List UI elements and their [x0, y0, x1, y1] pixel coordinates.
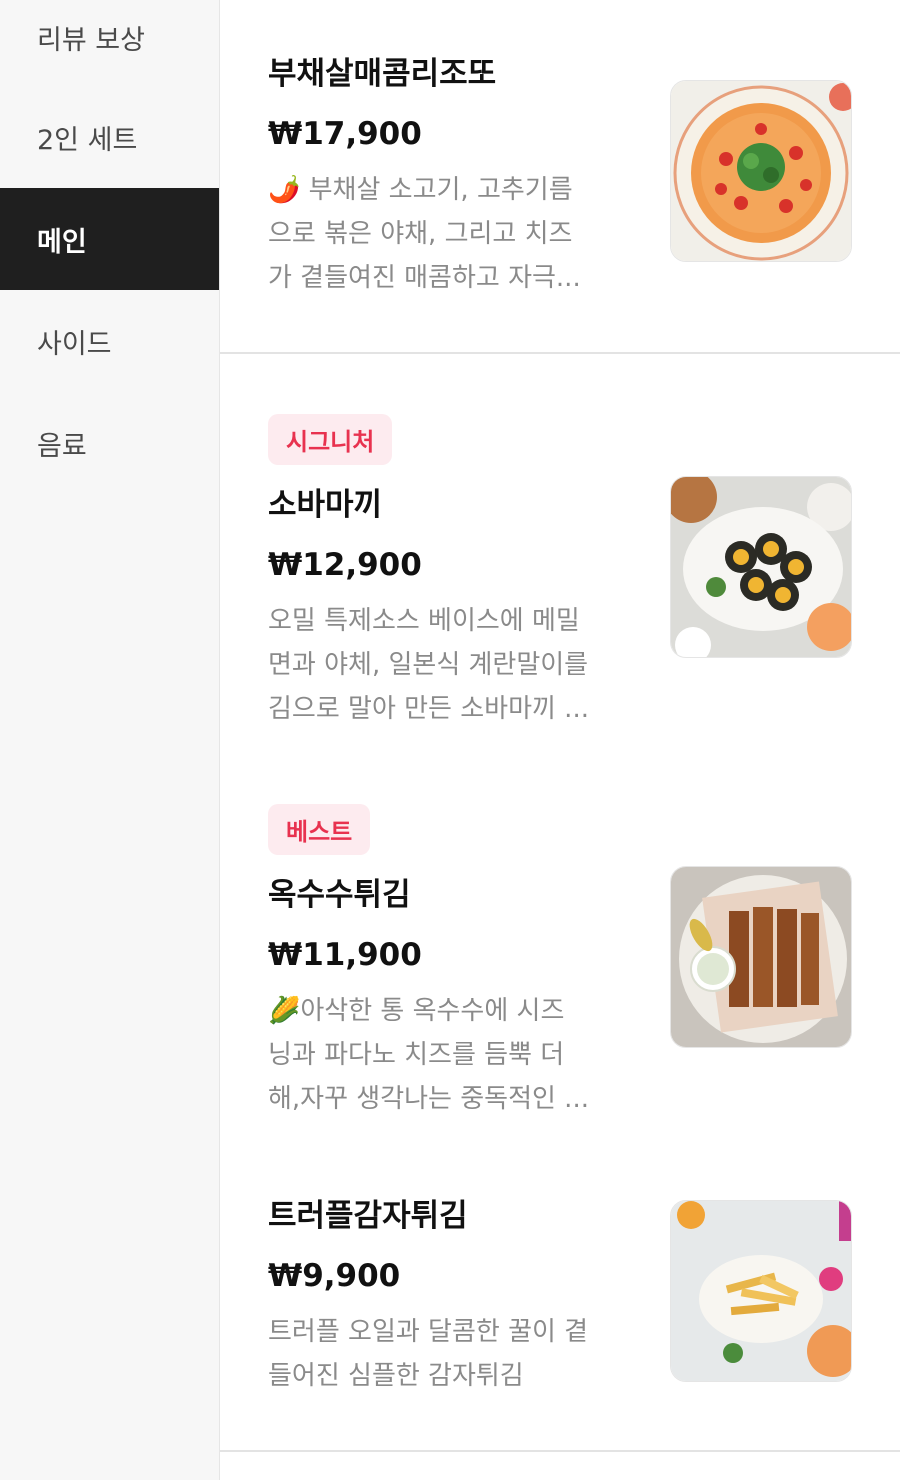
soba-maki-photo — [670, 476, 852, 658]
corn-fries-photo — [670, 866, 852, 1048]
menu-item-price: ₩11,900 — [268, 937, 422, 973]
best-badge: 베스트 — [268, 804, 371, 855]
sidebar-item-review-reward[interactable]: 리뷰 보상 — [0, 0, 219, 86]
menu-item-description: 🌽아삭한 통 옥수수에 시즈 닝과 파다노 치즈를 듬뿍 더 해,자꾸 생각나는… — [268, 996, 589, 1114]
menu-item-name: 트러플감자튀김 — [268, 1198, 468, 1234]
risotto-photo — [670, 80, 852, 262]
sidebar-item-side[interactable]: 사이드 — [0, 290, 219, 392]
menu-item-soba-maki[interactable]: 시그니처 소바마끼 ₩12,900 오밀 특제소스 베이스에 메밀 면과 야체,… — [220, 412, 900, 742]
menu-item-price: ₩12,900 — [268, 547, 422, 583]
sidebar-item-set-for-two[interactable]: 2인 세트 — [0, 86, 219, 188]
menu-item-truffle-fries[interactable]: 트러플감자튀김 ₩9,900 트러플 오일과 달콤한 꿀이 곁 들어진 심플한 … — [220, 1192, 900, 1452]
menu-item-name: 부채살매콤리조또 — [268, 56, 497, 92]
menu-item-name: 소바마끼 — [268, 487, 383, 523]
truffle-fries-photo — [670, 1200, 852, 1382]
menu-item-description: 오밀 특제소스 베이스에 메밀 면과 야체, 일본식 계란말이를 김으로 말아 … — [268, 606, 589, 724]
menu-item-price: ₩17,900 — [268, 116, 422, 152]
menu-item-description: 🌶️ 부채살 소고기, 고추기름 으로 볶은 야채, 그리고 치즈 가 곁들여진… — [268, 175, 581, 293]
menu-item-corn-fries[interactable]: 베스트 옥수수튀김 ₩11,900 🌽아삭한 통 옥수수에 시즈 닝과 파다노 … — [220, 802, 900, 1132]
sidebar-item-drinks[interactable]: 음료 — [0, 392, 219, 494]
menu-item-price: ₩9,900 — [268, 1258, 401, 1294]
category-sidebar: 리뷰 보상 2인 세트 메인 사이드 음료 — [0, 0, 220, 1480]
divider — [220, 352, 900, 354]
signature-badge: 시그니처 — [268, 414, 393, 465]
menu-item-name: 옥수수튀김 — [268, 877, 411, 913]
sidebar-item-main[interactable]: 메인 — [0, 188, 219, 290]
menu-list: 부채살매콤리조또 ₩17,900 🌶️ 부채살 소고기, 고추기름 으로 볶은 … — [220, 0, 900, 1480]
menu-item-risotto[interactable]: 부채살매콤리조또 ₩17,900 🌶️ 부채살 소고기, 고추기름 으로 볶은 … — [220, 0, 900, 354]
divider — [220, 1450, 900, 1452]
menu-item-description: 트러플 오일과 달콤한 꿀이 곁 들어진 심플한 감자튀김 — [268, 1317, 589, 1391]
